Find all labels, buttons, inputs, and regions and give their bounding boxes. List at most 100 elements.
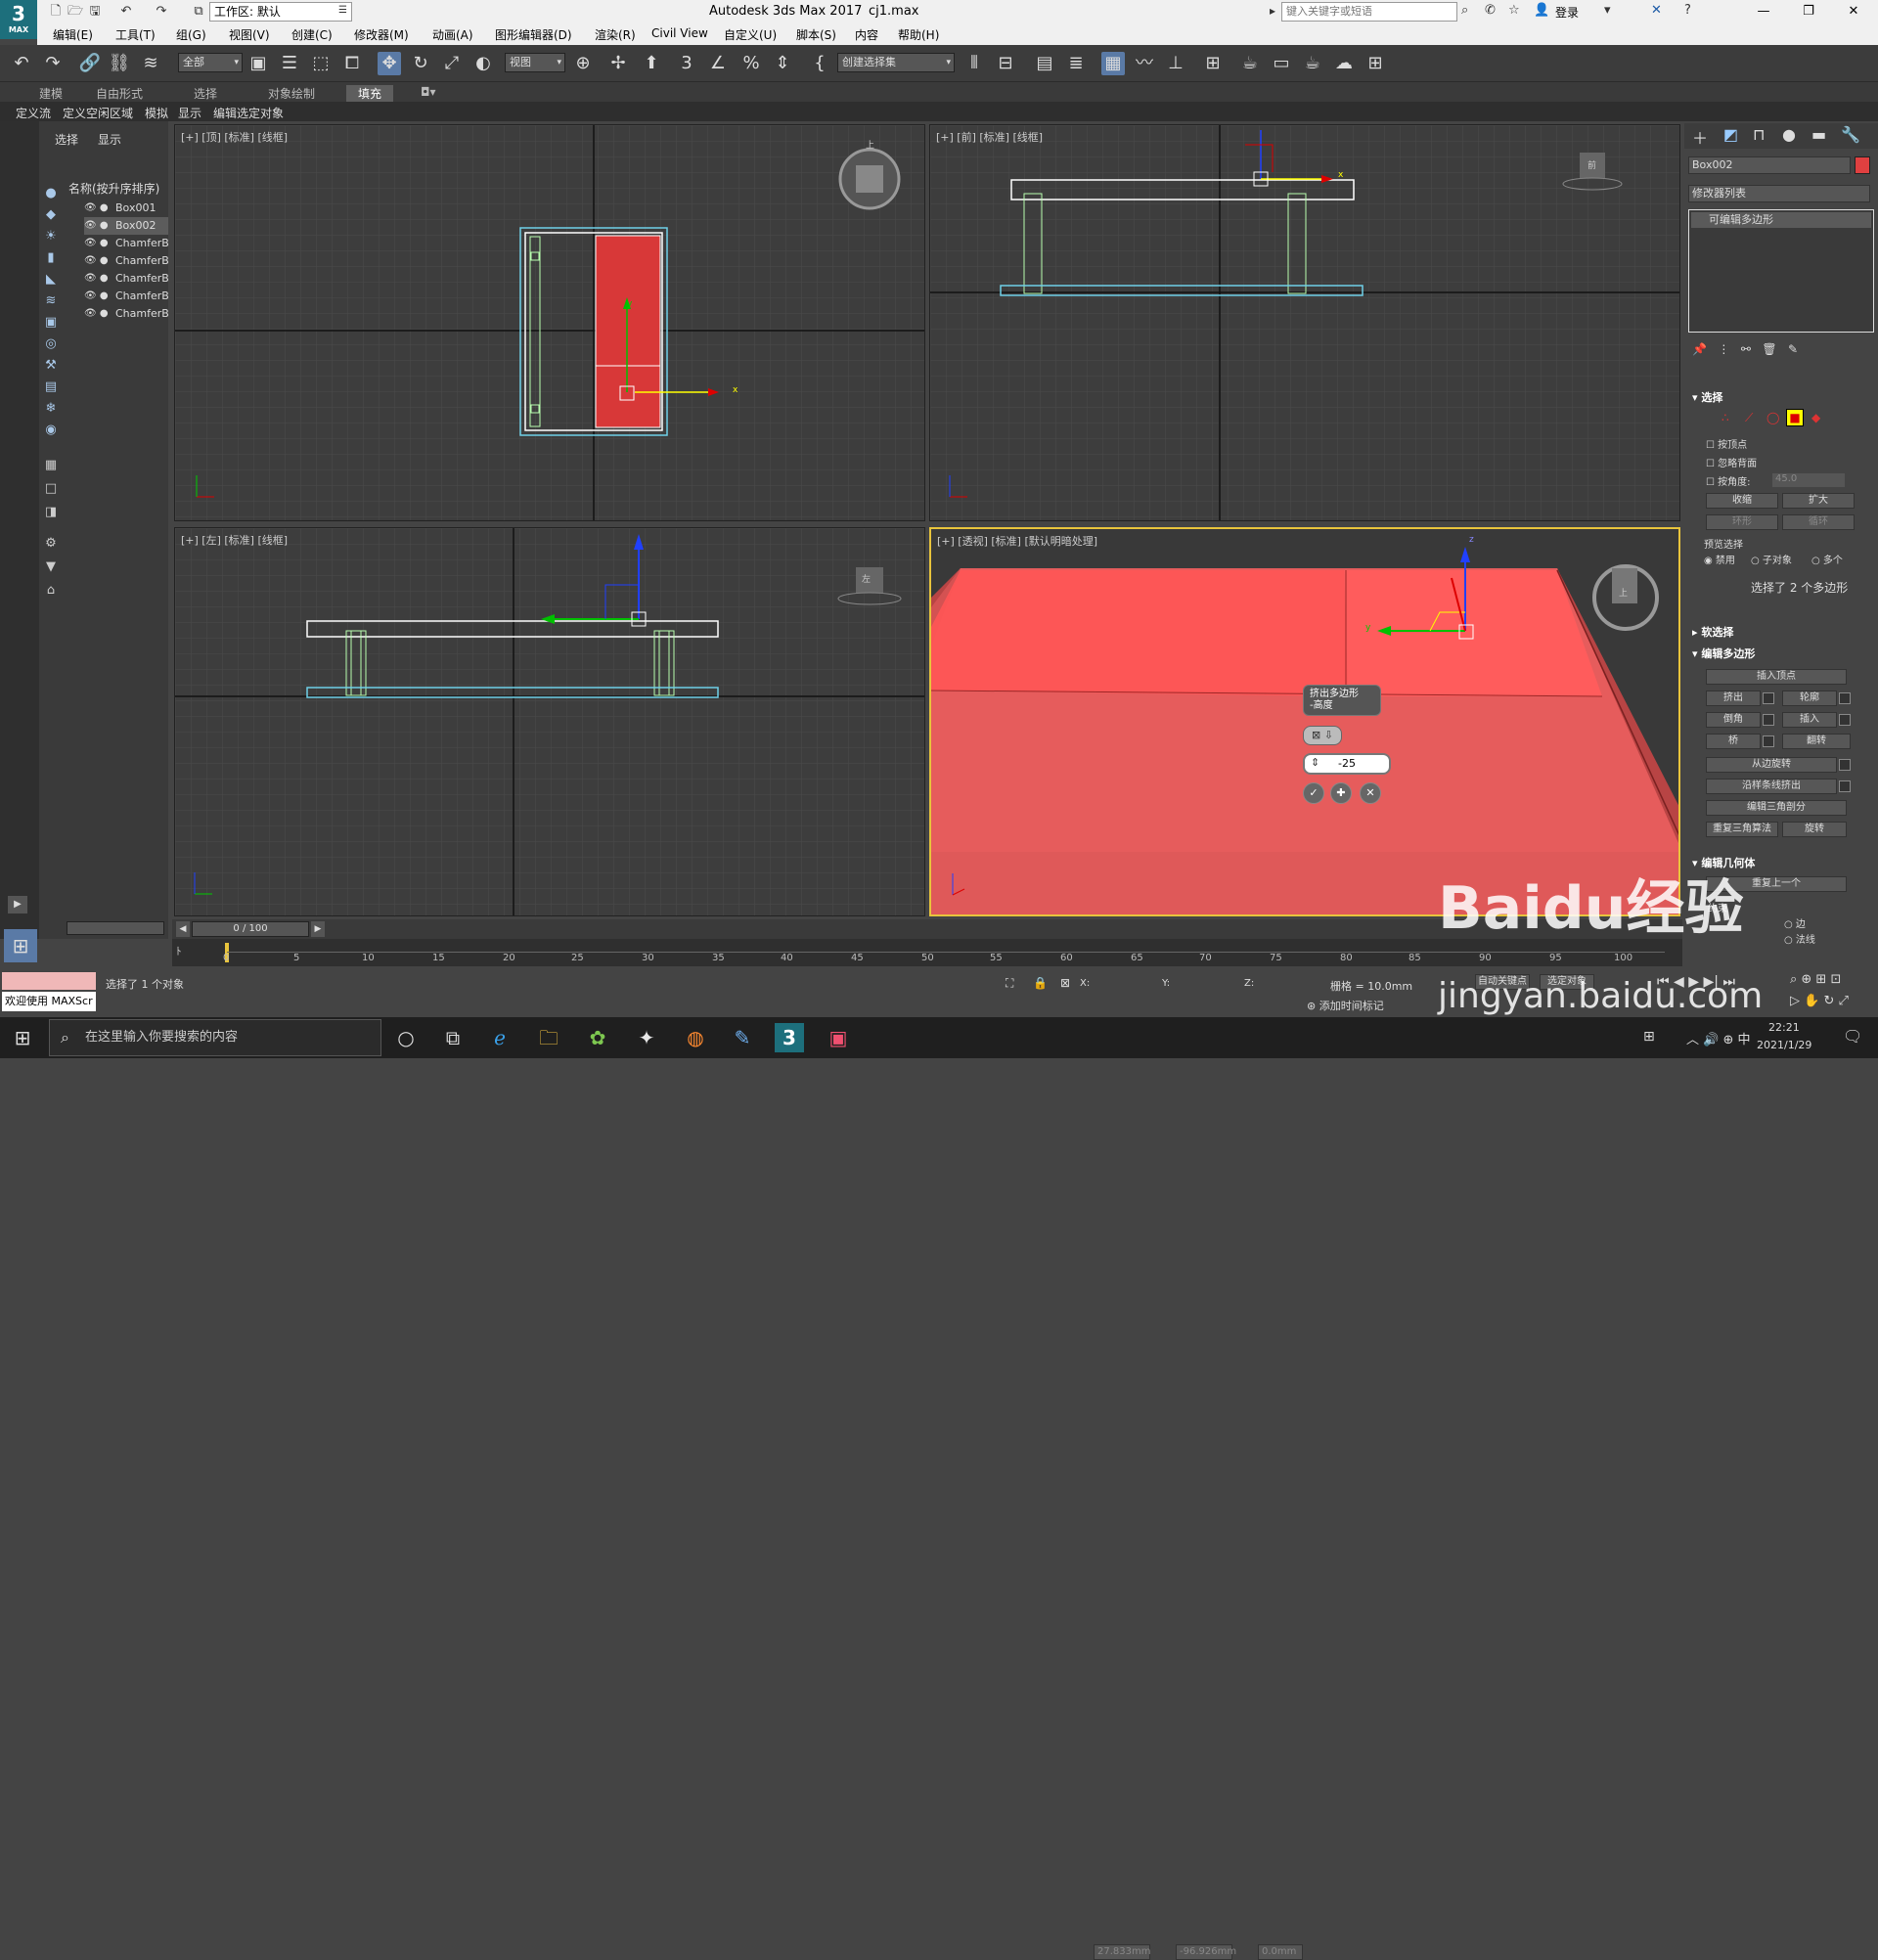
scene-tab-select[interactable]: 选择 (55, 131, 78, 148)
time-next-icon[interactable]: ▶ (311, 921, 325, 937)
menu-content[interactable]: 内容 (855, 26, 878, 43)
y-coordinate-field[interactable]: -96.926mm (1176, 1944, 1236, 1960)
loop-button[interactable]: 循环 (1782, 514, 1855, 530)
by-vertex-checkbox[interactable]: ☐ 按顶点 (1706, 436, 1747, 451)
system-tray-icons[interactable]: ︿ 🔊 ⊕ 中 (1686, 1029, 1750, 1047)
menu-tools[interactable]: 工具(T) (115, 26, 156, 43)
display-bones-icon[interactable]: ⚒ (41, 356, 61, 376)
caddy-type-icon[interactable]: ⊠ ⇩ (1303, 726, 1342, 745)
inset-settings-icon[interactable] (1839, 714, 1851, 726)
bind-spacewarp-icon[interactable]: ≋ (139, 52, 162, 75)
scene-item[interactable]: 👁 ● ChamferB (84, 305, 168, 323)
workspace-chevron-icon[interactable]: ☰ (338, 5, 347, 16)
stack-item-editable-poly[interactable]: 可编辑多边形 (1691, 212, 1871, 228)
chat-app-icon[interactable]: ✦ (632, 1023, 661, 1052)
keyboard-shortcut-icon[interactable]: ⬆ (640, 52, 663, 75)
grow-button[interactable]: 扩大 (1782, 493, 1855, 509)
viewport-top-label[interactable]: [+] [顶] [标准] [线框] (181, 129, 288, 145)
caddy-ok-icon[interactable]: ✓ (1303, 782, 1324, 804)
display-none-icon[interactable]: □ (41, 479, 61, 499)
user-icon[interactable]: 👤 (1534, 3, 1549, 18)
redo-icon[interactable]: ↷ (41, 52, 65, 75)
maxscript-listener[interactable]: 欢迎使用 MAXScr (2, 992, 96, 1011)
display-groups-icon[interactable]: ▣ (41, 313, 61, 333)
ribbon-tab-object-paint[interactable]: 对象绘制 (268, 85, 315, 102)
workspace-dropdown[interactable]: 工作区: 默认 (209, 2, 352, 22)
preview-subobject-radio[interactable]: ○ 子对象 (1751, 552, 1792, 566)
windows-start-icon[interactable]: ⊞ (8, 1023, 37, 1052)
menu-views[interactable]: 视图(V) (229, 26, 270, 43)
constraint-normal-radio[interactable]: ○ 法线 (1784, 931, 1815, 946)
project-icon[interactable]: ⧉ (190, 3, 207, 21)
extrude-along-spline-button[interactable]: 沿样条线挤出 (1706, 779, 1837, 794)
viewport-top[interactable]: [+] [顶] [标准] [线框] x y 上 (174, 124, 925, 521)
by-angle-checkbox[interactable]: ☐ 按角度: (1706, 473, 1751, 488)
extrude-settings-icon[interactable] (1763, 692, 1774, 704)
material-editor-icon[interactable]: ⊞ (1201, 52, 1225, 75)
render-cloud-icon[interactable]: ☁ (1332, 52, 1356, 75)
viewport-perspective-label[interactable]: [+] [透视] [标准] [默认明暗处理] (937, 533, 1097, 549)
select-manipulate-icon[interactable]: ✢ (606, 52, 630, 75)
taskbar-search-input[interactable]: 在这里输入你要搜索的内容 (49, 1019, 381, 1056)
display-invert-icon[interactable]: ◨ (41, 503, 61, 522)
display-shapes-icon[interactable]: ◆ (41, 205, 61, 225)
edit-named-sets-icon[interactable]: { (808, 52, 831, 75)
ribbon-tab-freeform[interactable]: 自由形式 (96, 85, 143, 102)
create-tab-icon[interactable]: ＋ (1692, 125, 1708, 149)
curve-editor-icon[interactable]: 〰 (1133, 52, 1156, 75)
clock-time[interactable]: 22:21 (1768, 1021, 1800, 1034)
display-lights-icon[interactable]: ☀ (41, 227, 61, 246)
menu-customize[interactable]: 自定义(U) (724, 26, 777, 43)
filter-options-icon[interactable]: ⚙ (41, 534, 61, 554)
ignore-backface-checkbox[interactable]: ☐ 忽略背面 (1706, 455, 1757, 469)
top-viewcube-label[interactable]: 上 (866, 138, 874, 151)
angle-snap-icon[interactable]: ∠ (706, 52, 730, 75)
snaps-toggle-icon[interactable]: 3 (675, 52, 698, 75)
schematic-view-icon[interactable]: ⊥ (1164, 52, 1187, 75)
z-coordinate-field[interactable]: 0.0mm (1258, 1944, 1303, 1960)
unlink-icon[interactable]: ⛓ (108, 52, 131, 75)
spinner-snap-icon[interactable]: ⇕ (771, 52, 794, 75)
app-logo[interactable]: 3 MAX (0, 0, 37, 39)
exchange-icon[interactable]: ✕ (1651, 3, 1662, 18)
motion-tab-icon[interactable]: ● (1782, 125, 1796, 144)
bridge-settings-icon[interactable] (1763, 735, 1774, 747)
mirror-icon[interactable]: ⫴ (962, 52, 986, 75)
angle-value-spinner[interactable]: 45.0 (1772, 473, 1845, 487)
outline-button[interactable]: 轮廓 (1782, 690, 1837, 706)
edit-polygons-rollout[interactable]: ▾ 编辑多边形 (1692, 646, 1755, 661)
notepad-icon[interactable]: ✎ (728, 1023, 757, 1052)
extrude-spline-settings-icon[interactable] (1839, 780, 1851, 792)
display-spacewarps-icon[interactable]: ≋ (41, 291, 61, 311)
viewport-navigation-icons[interactable]: ⌕ ⊕ ⊞ ⊡ (1790, 972, 1841, 987)
subobject-element-icon[interactable]: ◆ (1811, 411, 1820, 424)
extrude-button[interactable]: 挤出 (1706, 690, 1761, 706)
absolute-mode-icon[interactable]: ⊠ (1060, 976, 1070, 990)
a360-gallery-icon[interactable]: ⊞ (1364, 52, 1387, 75)
scene-item[interactable]: 👁 ● ChamferB (84, 270, 168, 288)
menu-graph-editors[interactable]: 图形编辑器(D) (495, 26, 572, 43)
restore-button[interactable]: ❐ (1786, 0, 1831, 23)
task-view-icon[interactable]: ⧉ (438, 1023, 468, 1052)
display-helpers-icon[interactable]: ◣ (41, 270, 61, 290)
save-icon[interactable]: 🖫 (86, 3, 104, 21)
favorites-icon[interactable]: ☆ (1508, 3, 1520, 18)
pivot-center-icon[interactable]: ⊕ (571, 52, 595, 75)
retriangulate-button[interactable]: 重复三角算法 (1706, 822, 1778, 837)
front-viewcube-label[interactable]: 前 (1587, 158, 1596, 171)
stack-tools-icons[interactable]: 📌 ⋮ ⚯ 🗑 ✎ (1692, 342, 1798, 356)
isolate-icon[interactable]: ⛶ (1006, 976, 1013, 991)
subobject-edge-icon[interactable]: ⟋ (1745, 411, 1753, 425)
menu-edit[interactable]: 编辑(E) (53, 26, 93, 43)
flip-button[interactable]: 翻转 (1782, 734, 1851, 749)
undo-icon[interactable]: ↶ (10, 52, 33, 75)
reference-coord-dropdown[interactable]: 视图 (505, 53, 565, 72)
caddy-cancel-icon[interactable]: ✕ (1360, 782, 1381, 804)
constraint-edge-radio[interactable]: ○ 边 (1784, 915, 1806, 930)
find-icon[interactable]: ⌂ (41, 581, 61, 601)
scale-icon[interactable]: ⤢ (440, 52, 464, 75)
login-button[interactable]: 登录 (1555, 4, 1579, 21)
firefox-icon[interactable]: ◍ (681, 1023, 710, 1052)
curve-editor-mini-icon[interactable]: ﾄ (176, 943, 182, 958)
hinge-settings-icon[interactable] (1839, 759, 1851, 771)
